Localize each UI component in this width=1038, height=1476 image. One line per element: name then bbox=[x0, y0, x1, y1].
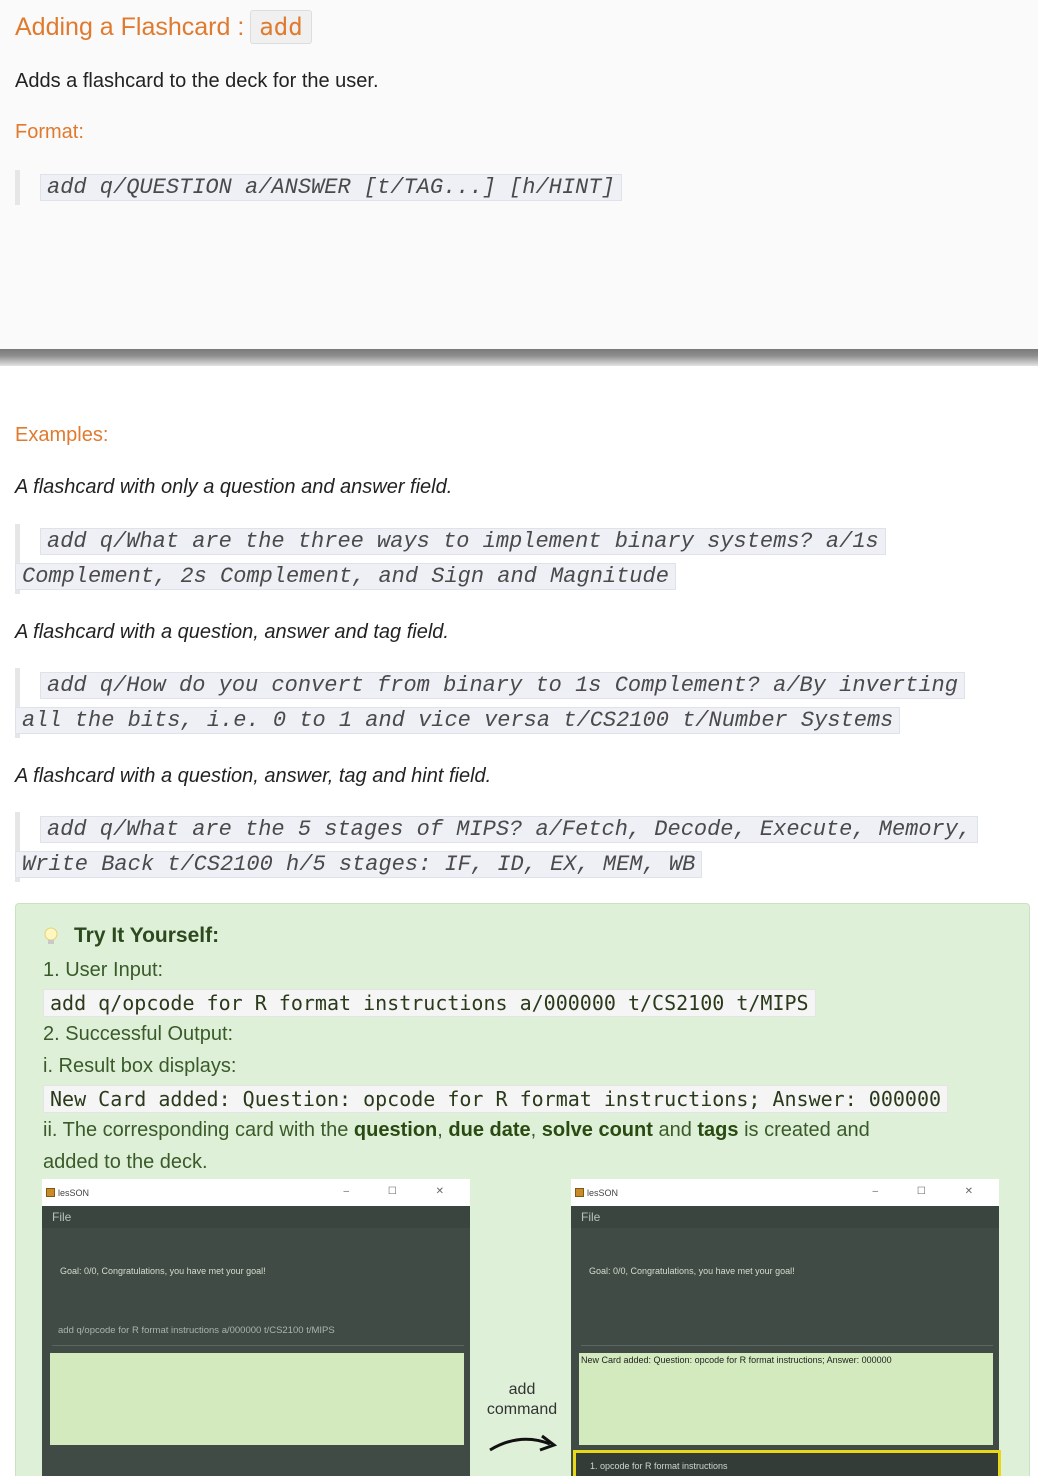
description: Adds a flashcard to the deck for the use… bbox=[15, 70, 379, 92]
result-box: New Card added: Question: opcode for R f… bbox=[579, 1353, 993, 1445]
step-2b-line2: added to the deck. bbox=[43, 1151, 208, 1173]
example-line: add q/What are the three ways to impleme… bbox=[40, 528, 886, 555]
app-logo-icon bbox=[46, 1188, 55, 1197]
step-1: 1. User Input: bbox=[43, 959, 164, 981]
input-code: add q/opcode for R format instructions a… bbox=[43, 989, 816, 1017]
result-box bbox=[50, 1353, 464, 1445]
step-2b: ii. The corresponding card with the ques… bbox=[43, 1119, 870, 1141]
step-2: 2. Successful Output: bbox=[43, 1023, 234, 1045]
example-caption-2: A flashcard with a question, answer and … bbox=[15, 621, 449, 643]
title-text: Adding a Flashcard : bbox=[15, 12, 245, 41]
example-line: add q/What are the 5 stages of MIPS? a/F… bbox=[40, 816, 979, 843]
window-controls: – ☐ ✕ bbox=[343, 1186, 462, 1197]
menu-file: File bbox=[571, 1206, 999, 1228]
example-line: add q/How do you convert from binary to … bbox=[40, 672, 965, 699]
example-block-2: add q/How do you convert from binary to … bbox=[15, 668, 965, 738]
app-titlebar: lesSON – ☐ ✕ bbox=[571, 1179, 999, 1206]
step-2a: i. Result box displays: bbox=[43, 1055, 237, 1077]
goal-text: Goal: 0/0, Congratulations, you have met… bbox=[589, 1266, 795, 1276]
arrow-label: add command bbox=[478, 1380, 566, 1462]
example-line: Complement, 2s Complement, and Sign and … bbox=[15, 563, 676, 590]
example-line: Write Back t/CS2100 h/5 stages: IF, ID, … bbox=[15, 851, 703, 878]
example-caption-3: A flashcard with a question, answer, tag… bbox=[15, 765, 492, 787]
card-list-item: 1. opcode for R format instructions bbox=[573, 1450, 1001, 1476]
window-controls: – ☐ ✕ bbox=[872, 1186, 991, 1197]
result-code: New Card added: Question: opcode for R f… bbox=[43, 1085, 949, 1113]
command-input: add q/opcode for R format instructions a… bbox=[52, 1316, 464, 1346]
app-screenshot-after: lesSON – ☐ ✕ File Goal: 0/0, Congratulat… bbox=[571, 1179, 1001, 1476]
arrow-icon bbox=[489, 1434, 558, 1452]
menu-file: File bbox=[42, 1206, 470, 1228]
lightbulb-icon bbox=[44, 927, 58, 945]
command-input bbox=[581, 1316, 993, 1346]
format-block: add q/QUESTION a/ANSWER [t/TAG...] [h/HI… bbox=[15, 170, 622, 205]
example-block-3: add q/What are the 5 stages of MIPS? a/F… bbox=[15, 812, 979, 882]
tip-heading: Try It Yourself: bbox=[44, 924, 219, 948]
example-block-1: add q/What are the three ways to impleme… bbox=[15, 524, 886, 594]
divider bbox=[0, 349, 1038, 366]
examples-label: Examples: bbox=[15, 424, 109, 446]
command-code: add bbox=[250, 10, 312, 44]
page-title: Adding a Flashcard : add bbox=[15, 10, 312, 44]
app-screenshot-before: lesSON – ☐ ✕ File Goal: 0/0, Congratulat… bbox=[42, 1179, 470, 1476]
app-titlebar: lesSON – ☐ ✕ bbox=[42, 1179, 470, 1206]
example-line: all the bits, i.e. 0 to 1 and vice versa… bbox=[15, 707, 901, 734]
format-label: Format: bbox=[15, 121, 84, 143]
example-caption-1: A flashcard with only a question and ans… bbox=[15, 476, 453, 498]
format-syntax: add q/QUESTION a/ANSWER [t/TAG...] [h/HI… bbox=[40, 170, 622, 205]
goal-text: Goal: 0/0, Congratulations, you have met… bbox=[60, 1266, 266, 1276]
app-logo-icon bbox=[575, 1188, 584, 1197]
